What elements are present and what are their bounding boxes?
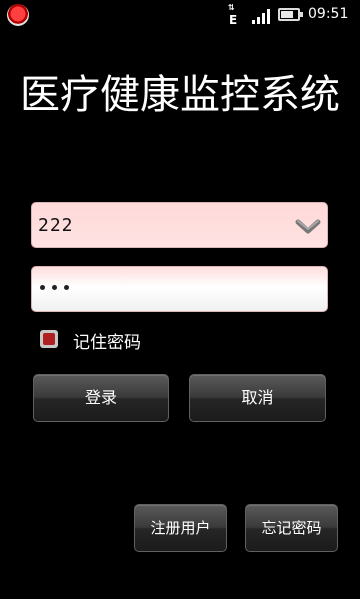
dropdown-chevron-icon[interactable]: [295, 217, 321, 235]
password-mask: [40, 285, 69, 290]
cancel-button[interactable]: 取消: [189, 374, 326, 422]
app-title: 医疗健康监控系统: [20, 72, 340, 118]
checkbox-icon[interactable]: [40, 330, 58, 348]
forgot-password-button[interactable]: 忘记密码: [245, 504, 338, 552]
username-input[interactable]: 222: [31, 202, 328, 248]
edge-data-icon: ⇅ E: [228, 3, 238, 28]
battery-icon: [278, 8, 303, 21]
record-icon: [7, 4, 29, 26]
register-button[interactable]: 注册用户: [134, 504, 227, 552]
status-bar: ⇅ E 09:51: [0, 0, 360, 30]
username-value: 222: [38, 215, 74, 236]
remember-password-label: 记住密码: [73, 333, 141, 353]
network-type: E: [229, 13, 238, 27]
signal-icon: [252, 9, 270, 24]
clock: 09:51: [308, 6, 349, 22]
password-input[interactable]: [31, 266, 328, 312]
login-button[interactable]: 登录: [33, 374, 169, 422]
